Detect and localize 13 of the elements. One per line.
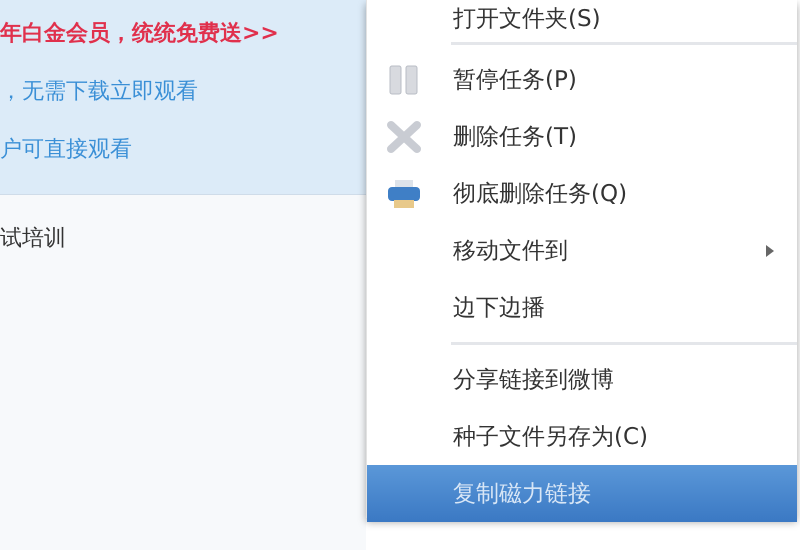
menu-item[interactable]: 彻底删除任务(Q) bbox=[367, 165, 797, 222]
menu-item[interactable]: 边下边播 bbox=[367, 279, 797, 336]
info-text: ，无需下载立即观看 bbox=[0, 78, 199, 106]
menu-item[interactable]: 删除任务(T) bbox=[367, 108, 797, 165]
close-icon bbox=[387, 120, 421, 152]
menu-item[interactable]: 暂停任务(P) bbox=[367, 51, 797, 108]
menu-item[interactable]: 种子文件另存为(C) bbox=[367, 408, 797, 465]
info-text: 户可直接观看 bbox=[0, 136, 133, 164]
printer-icon bbox=[387, 178, 421, 210]
menu-item[interactable]: 移动文件到 bbox=[367, 222, 797, 279]
menu-item[interactable]: 打开文件夹(S) bbox=[367, 0, 797, 36]
menu-item[interactable]: 分享链接到微博 bbox=[367, 351, 797, 408]
task-name: 试培训 bbox=[0, 225, 67, 253]
